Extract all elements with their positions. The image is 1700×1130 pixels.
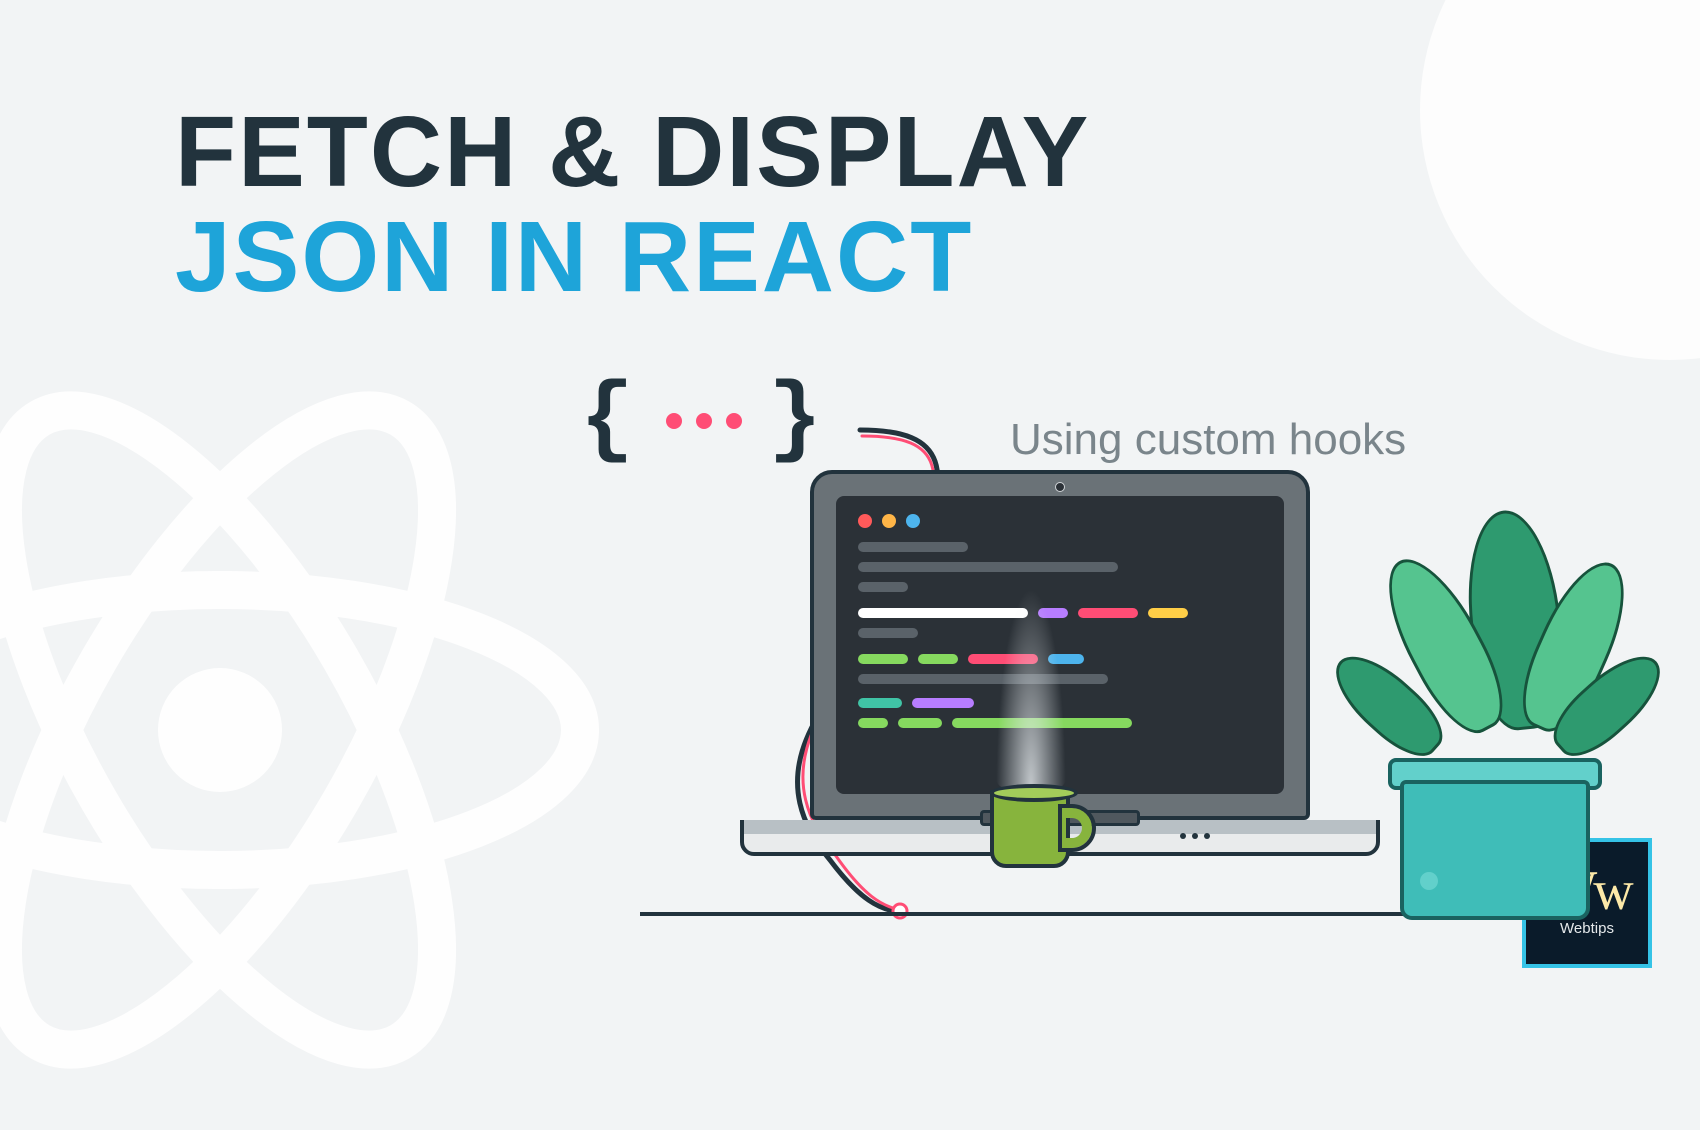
hero-heading: FETCH & DISPLAY JSON IN REACT [175,95,1090,315]
brace-close: } [768,370,828,472]
plant-illustration [1350,470,1650,920]
json-brace-decoration: { } [580,370,828,472]
subtitle-text: Using custom hooks [1010,415,1406,465]
coffee-mug-icon [990,790,1070,868]
heading-line-2: JSON IN REACT [175,200,1090,315]
react-logo-bg-icon [0,330,620,1130]
window-traffic-lights-icon [858,514,1262,528]
brace-open: { [580,370,640,472]
ellipsis-dots-icon [666,413,742,429]
heading-line-1: FETCH & DISPLAY [175,95,1090,210]
laptop-ports-icon [1180,833,1210,839]
background-circle [1420,0,1700,360]
camera-icon [1055,482,1065,492]
logo-label: Webtips [1560,920,1614,937]
